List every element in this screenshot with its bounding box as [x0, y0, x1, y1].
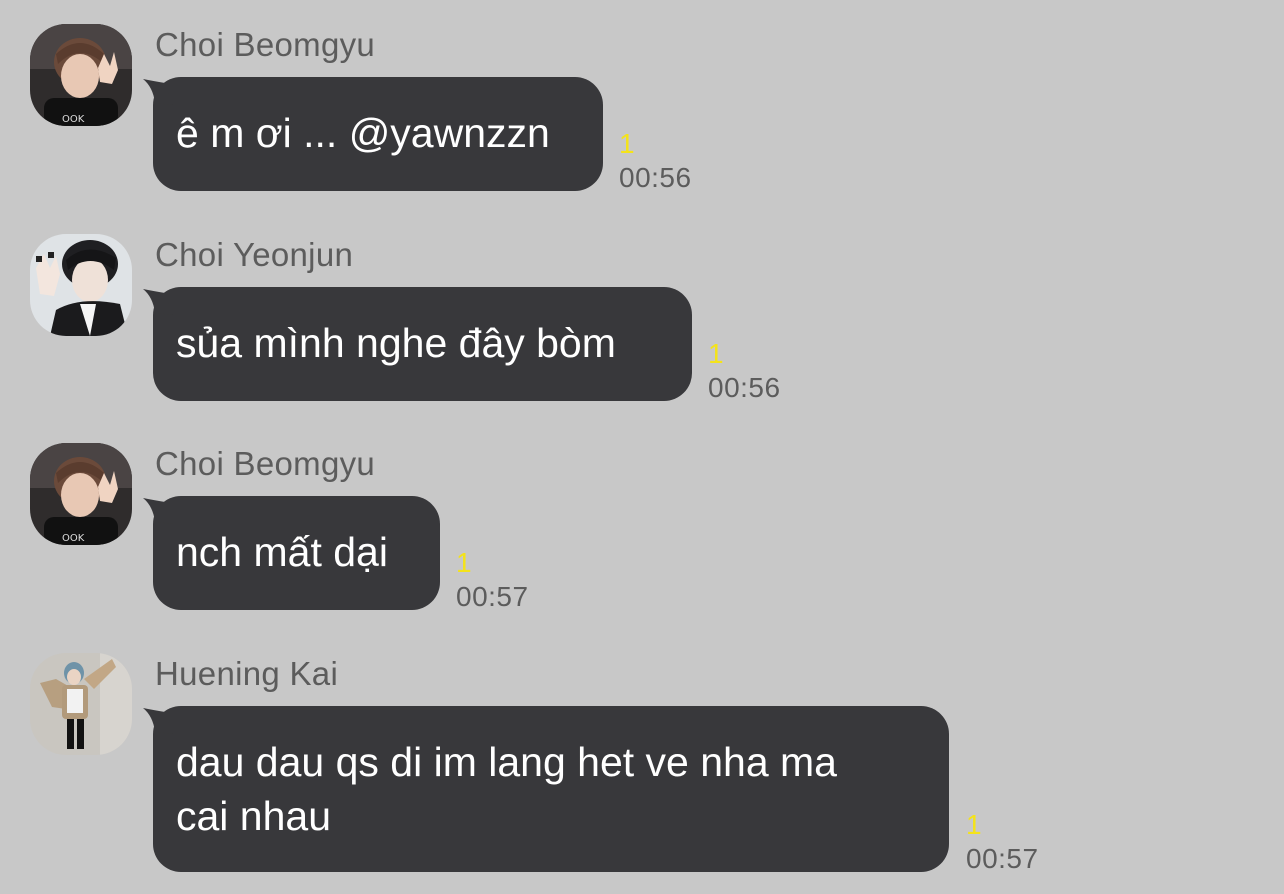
message-time: 00:57 [966, 843, 1039, 874]
message-text: nch mất dại [176, 529, 388, 575]
message-text: dau dau qs di im lang het ve nha ma cai … [176, 739, 837, 839]
avatar-huening-kai-icon[interactable] [30, 653, 132, 755]
unread-count: 1 [456, 547, 472, 578]
avatar-choi-beomgyu-icon[interactable]: OOK [30, 24, 132, 126]
message-bubble[interactable]: dau dau qs di im lang het ve nha ma cai … [143, 706, 949, 872]
unread-count: 1 [619, 128, 635, 159]
message-text: sủa mình nghe đây bòm [176, 320, 616, 366]
message-text: ê m ơi ... @yawnzzn [176, 110, 550, 156]
unread-count: 1 [966, 809, 982, 840]
unread-count: 1 [708, 338, 724, 369]
svg-text:OOK: OOK [62, 533, 85, 544]
bubble-tail [143, 708, 173, 734]
message-time: 00:57 [456, 581, 529, 612]
message-bubble[interactable]: nch mất dại [143, 496, 440, 610]
message-time: 00:56 [619, 162, 692, 193]
avatar-choi-yeonjun-icon[interactable] [30, 234, 132, 336]
message-time: 00:56 [708, 372, 781, 403]
sender-name: Choi Beomgyu [155, 445, 376, 482]
sender-name: Choi Beomgyu [155, 26, 376, 63]
bubble-tail [143, 289, 173, 315]
chat-message-list[interactable]: OOK Choi Beomgyu ê m ơi ... @yawnzzn 1 0… [0, 0, 1284, 894]
message-bubble[interactable]: ê m ơi ... @yawnzzn [143, 77, 603, 191]
bubble-tail [143, 79, 173, 105]
avatar-choi-beomgyu-icon[interactable]: OOK [30, 443, 132, 545]
message-bubble[interactable]: sủa mình nghe đây bòm [143, 287, 692, 401]
sender-name: Choi Yeonjun [155, 236, 354, 273]
bubble-tail [143, 498, 173, 524]
sender-name: Huening Kai [155, 655, 339, 692]
svg-text:OOK: OOK [62, 114, 85, 125]
